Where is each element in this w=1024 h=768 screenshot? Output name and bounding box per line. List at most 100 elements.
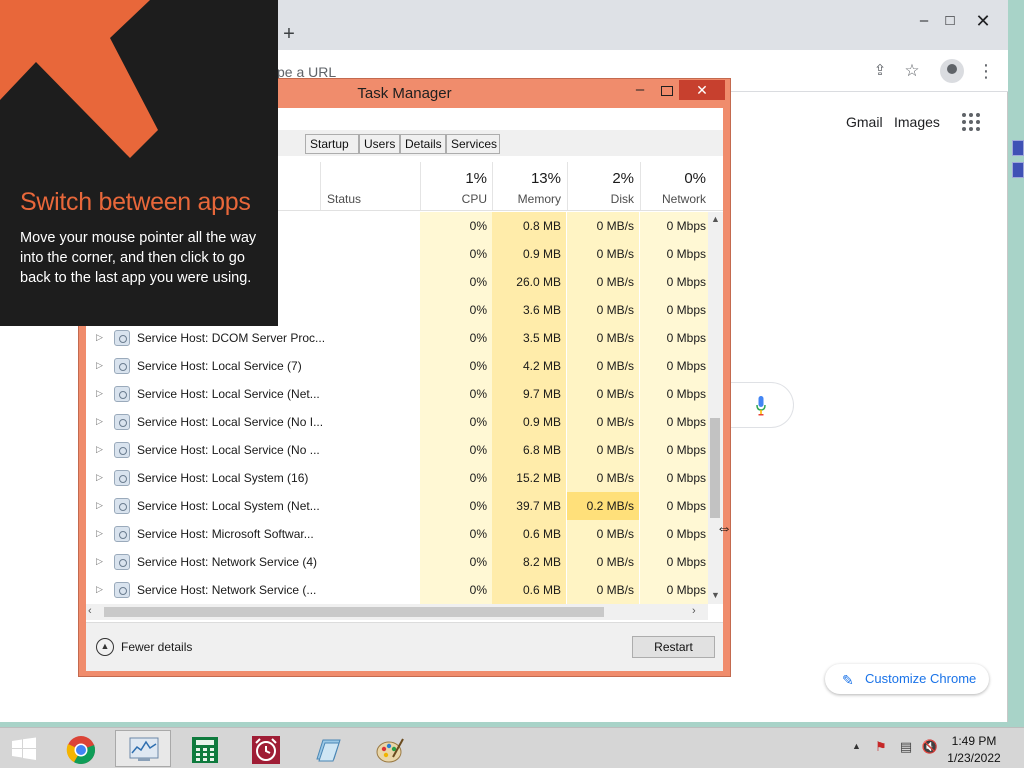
process-name: Service Host: Local System (Net... xyxy=(137,499,320,513)
table-row[interactable]: ▷ Service Host: Network Service (4) 0% 8.2 … xyxy=(86,548,708,576)
chrome-maximize-button[interactable]: □ xyxy=(937,10,963,32)
network-cell: 0 Mbps xyxy=(666,443,706,457)
expand-chevron-icon[interactable]: ▷ xyxy=(96,444,103,455)
collapse-chevron-icon[interactable]: ▲ xyxy=(96,638,114,656)
alarms-icon xyxy=(252,736,280,764)
disk-cell: 0 MB/s xyxy=(596,471,634,485)
tab-users[interactable]: Users xyxy=(359,134,400,154)
memory-cell: 26.0 MB xyxy=(516,275,561,289)
table-row[interactable]: ▷ Service Host: Microsoft Softwar... 0% 0.6… xyxy=(86,520,708,548)
microphone-icon[interactable] xyxy=(756,396,766,416)
chrome-minimize-button[interactable]: – xyxy=(911,10,937,32)
background-window-edge xyxy=(1012,140,1024,185)
process-name: Service Host: Local Service (Net... xyxy=(137,387,320,401)
profile-avatar-icon[interactable] xyxy=(940,59,964,83)
column-disk[interactable]: Disk xyxy=(567,192,634,206)
fewer-details-link[interactable]: Fewer details xyxy=(121,640,192,654)
expand-chevron-icon[interactable]: ▷ xyxy=(96,556,103,567)
taskbar-chrome-button[interactable] xyxy=(53,730,109,767)
table-row[interactable]: ▷ Service Host: Local Service (No ... 0% 6.… xyxy=(86,436,708,464)
hint-title: Switch between apps xyxy=(20,188,251,216)
column-network[interactable]: Network xyxy=(640,192,706,206)
taskbar-paint-button[interactable] xyxy=(362,730,418,767)
service-host-gear-icon xyxy=(114,330,130,346)
process-name: Service Host: Local System (16) xyxy=(137,471,309,485)
table-row[interactable]: ▷ Service Host: Local System (16) 0% 15.2 M… xyxy=(86,464,708,492)
restart-button[interactable]: Restart xyxy=(632,636,715,658)
column-divider xyxy=(320,162,321,210)
volume-muted-icon[interactable]: 🔇 xyxy=(921,738,939,756)
expand-chevron-icon[interactable]: ▷ xyxy=(96,528,103,539)
chrome-menu-icon[interactable]: ⋮ xyxy=(975,60,997,82)
files-icon xyxy=(316,739,341,762)
tab-startup[interactable]: Startup xyxy=(305,134,359,154)
memory-cell: 3.6 MB xyxy=(522,303,561,317)
tab-services[interactable]: Services xyxy=(446,134,500,154)
google-apps-icon[interactable] xyxy=(962,113,980,131)
taskbar-task-manager-button[interactable] xyxy=(115,730,171,767)
network-cell: 0 Mbps xyxy=(666,527,706,541)
cpu-cell: 0% xyxy=(469,499,487,513)
table-row[interactable]: ▷ Service Host: Network Service (... 0% 0.6… xyxy=(86,576,708,604)
table-row[interactable]: ▷ Service Host: Local Service (No I... 0% 0… xyxy=(86,408,708,436)
vertical-scrollbar[interactable]: ▲ ▼ xyxy=(708,212,723,604)
tm-minimize-button[interactable]: – xyxy=(629,81,651,101)
service-host-gear-icon xyxy=(114,414,130,430)
expand-chevron-icon[interactable]: ▷ xyxy=(96,332,103,343)
column-status[interactable]: Status xyxy=(327,192,361,206)
taskbar-alarms-button[interactable] xyxy=(238,730,294,767)
table-row[interactable]: ▷ Service Host: Local System (Net... 0% 39.… xyxy=(86,492,708,520)
taskbar-files-button[interactable] xyxy=(300,730,356,767)
bookmark-star-icon[interactable]: ☆ xyxy=(901,60,923,82)
horizontal-scroll-thumb[interactable] xyxy=(104,607,604,617)
scroll-up-arrow-icon[interactable]: ▲ xyxy=(708,212,723,226)
network-icon[interactable]: ▤ xyxy=(897,738,915,756)
tm-footer: ▲ Fewer details Restart xyxy=(86,622,723,671)
task-manager-icon xyxy=(129,737,159,761)
clock-date[interactable]: 1/23/2022 xyxy=(946,751,1002,765)
new-tab-button[interactable]: + xyxy=(280,22,298,46)
scroll-right-arrow-icon[interactable]: › xyxy=(692,605,696,617)
cpu-cell: 0% xyxy=(469,247,487,261)
table-row[interactable]: ▷ Service Host: Local Service (7) 0% 4.2 MB… xyxy=(86,352,708,380)
network-cell: 0 Mbps xyxy=(666,387,706,401)
expand-chevron-icon[interactable]: ▷ xyxy=(96,584,103,595)
scroll-left-arrow-icon[interactable]: ‹ xyxy=(88,605,92,617)
disk-cell: 0 MB/s xyxy=(596,443,634,457)
memory-cell: 39.7 MB xyxy=(516,499,561,513)
column-memory[interactable]: Memory xyxy=(492,192,561,206)
expand-chevron-icon[interactable]: ▷ xyxy=(96,416,103,427)
tm-maximize-button[interactable] xyxy=(656,81,678,101)
service-host-gear-icon xyxy=(114,554,130,570)
expand-chevron-icon[interactable]: ▷ xyxy=(96,500,103,511)
gmail-link[interactable]: Gmail xyxy=(846,114,883,130)
chrome-close-button[interactable]: ✕ xyxy=(970,10,996,32)
horizontal-scrollbar[interactable]: ‹ › xyxy=(86,604,708,620)
scroll-down-arrow-icon[interactable]: ▼ xyxy=(708,588,723,602)
taskbar-calculator-button[interactable] xyxy=(177,730,233,767)
memory-cell: 8.2 MB xyxy=(522,555,561,569)
action-center-flag-icon[interactable]: ⚑ xyxy=(872,738,890,756)
show-hidden-icons-icon[interactable]: ▲ xyxy=(852,741,861,751)
clock-time[interactable]: 1:49 PM xyxy=(946,734,1002,748)
disk-cell: 0 MB/s xyxy=(596,303,634,317)
expand-chevron-icon[interactable]: ▷ xyxy=(96,388,103,399)
images-link[interactable]: Images xyxy=(894,114,940,130)
cpu-cell: 0% xyxy=(469,527,487,541)
table-row[interactable]: ▷ Service Host: Local Service (Net... 0% 9.… xyxy=(86,380,708,408)
cpu-cell: 0% xyxy=(469,331,487,345)
windows-start-icon[interactable] xyxy=(8,735,40,763)
network-cell: 0 Mbps xyxy=(666,583,706,597)
network-cell: 0 Mbps xyxy=(666,359,706,373)
table-row[interactable]: ▷ Service Host: DCOM Server Proc... 0% 3.5 … xyxy=(86,324,708,352)
expand-chevron-icon[interactable]: ▷ xyxy=(96,360,103,371)
service-host-gear-icon xyxy=(114,358,130,374)
expand-chevron-icon[interactable]: ▷ xyxy=(96,472,103,483)
share-icon[interactable]: ⇪ xyxy=(869,60,891,82)
vertical-scroll-thumb[interactable] xyxy=(710,418,720,518)
memory-cell: 15.2 MB xyxy=(516,471,561,485)
network-total-percent: 0% xyxy=(684,170,706,187)
tab-details[interactable]: Details xyxy=(400,134,446,154)
column-cpu[interactable]: CPU xyxy=(420,192,487,206)
tm-close-button[interactable]: ✕ xyxy=(679,80,725,100)
